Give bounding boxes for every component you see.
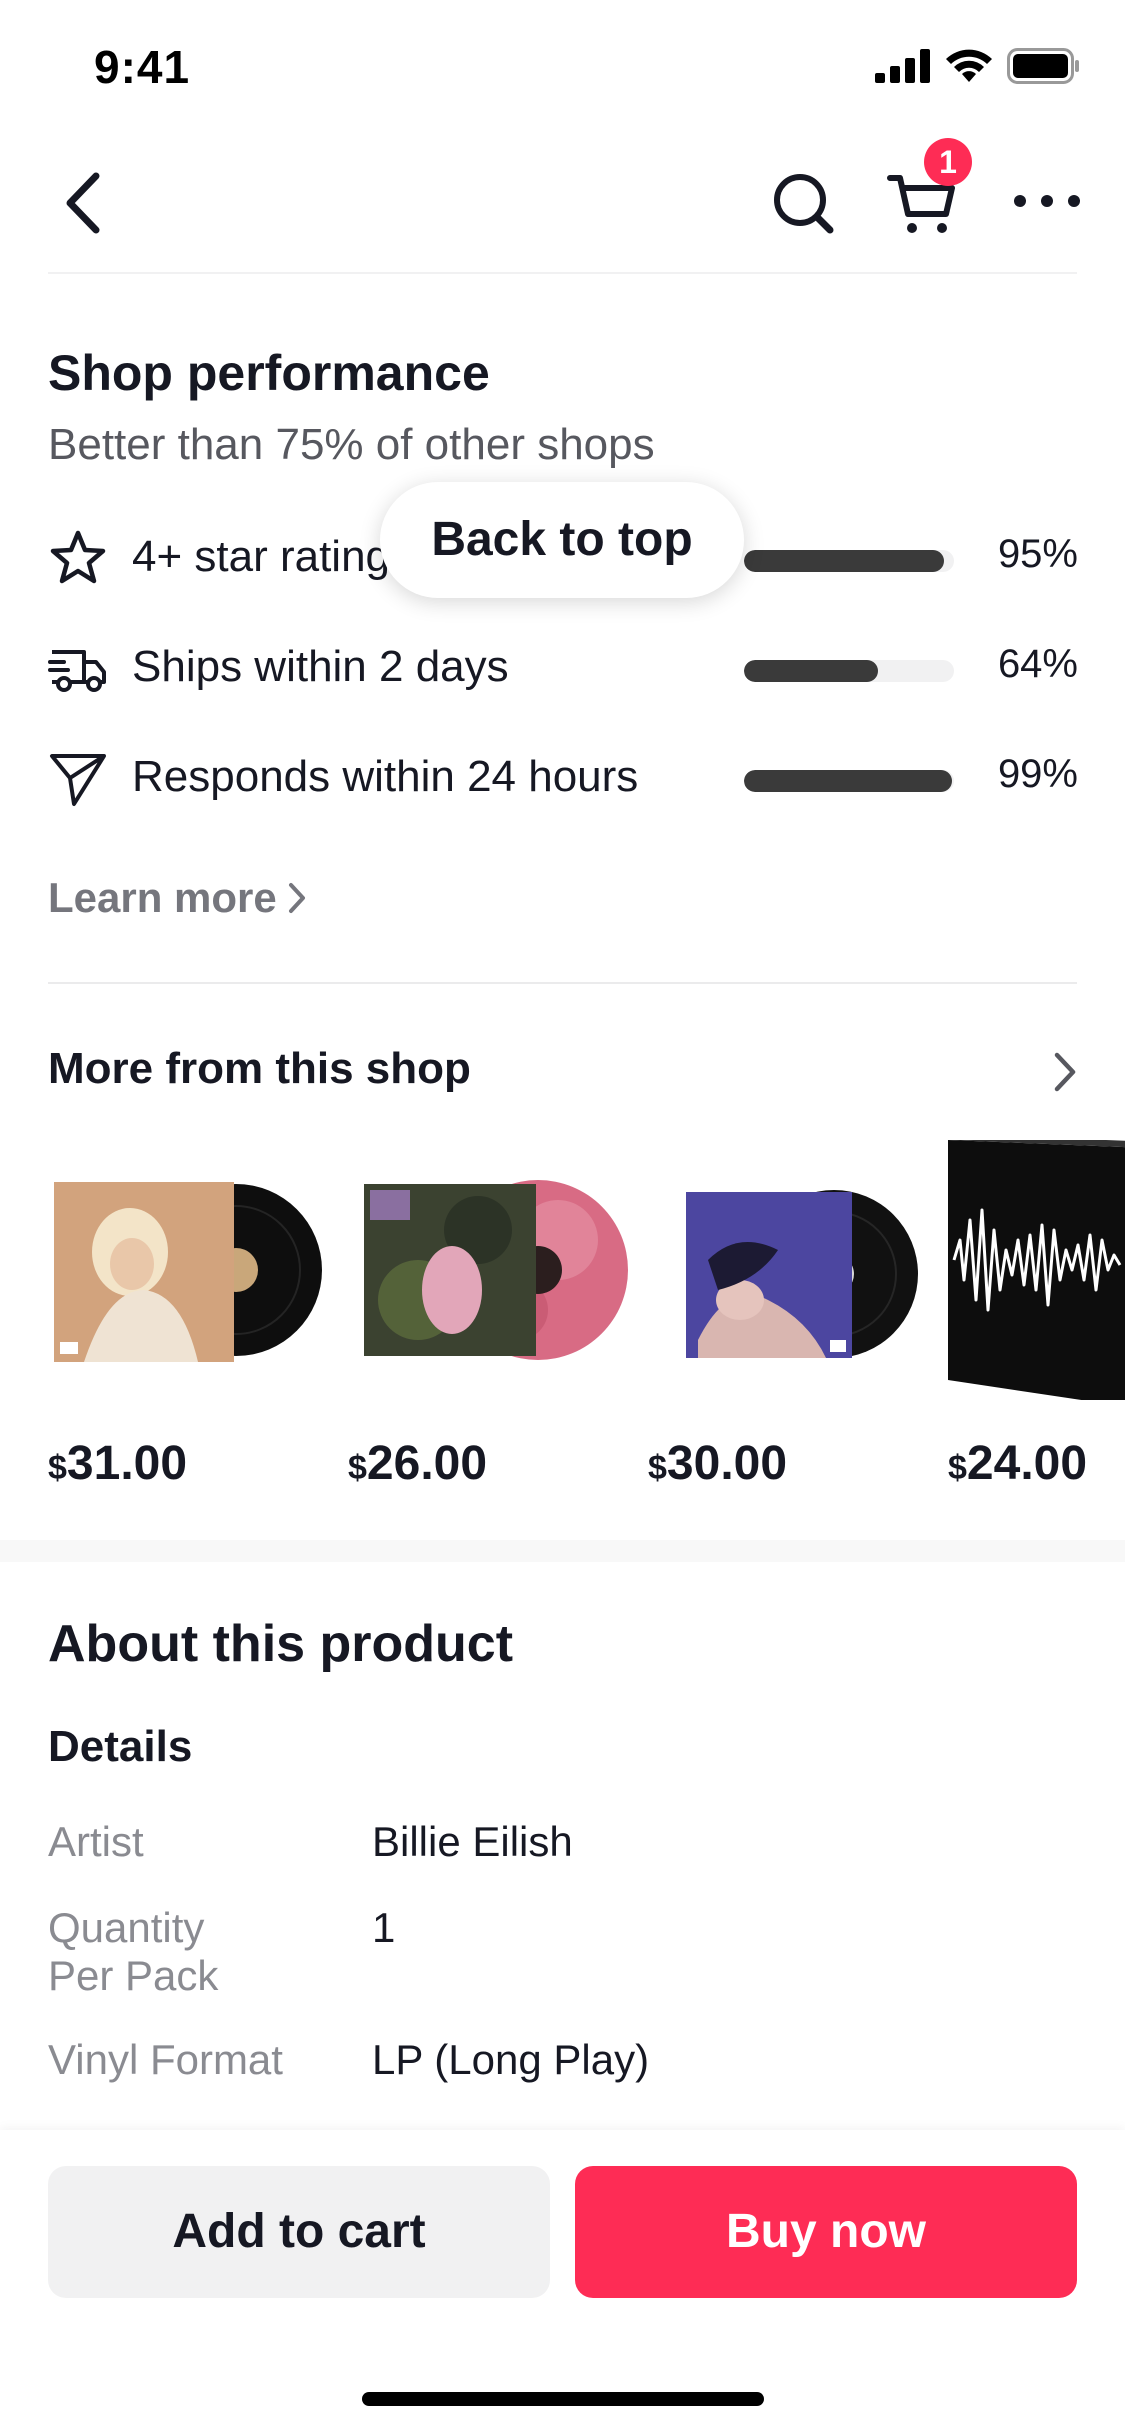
truck-icon bbox=[48, 650, 106, 692]
detail-key: Quantity Per Pack bbox=[48, 1904, 219, 1999]
perf-label: Responds within 24 hours bbox=[132, 752, 639, 801]
progress-fill bbox=[744, 660, 879, 682]
price-value: 26.00 bbox=[366, 1437, 488, 1490]
nav-divider bbox=[48, 272, 1077, 274]
chevron-right-icon bbox=[288, 883, 305, 913]
progress-track bbox=[744, 550, 954, 572]
perf-label: 4+ star rating bbox=[132, 532, 391, 581]
progress-track bbox=[744, 770, 954, 792]
add-to-cart-button[interactable]: Add to cart bbox=[48, 2166, 550, 2298]
detail-key: Artist bbox=[48, 1818, 144, 1865]
send-icon bbox=[50, 754, 106, 806]
perf-value: 95% bbox=[997, 532, 1078, 576]
battery-icon bbox=[1007, 48, 1079, 84]
progress-fill bbox=[744, 550, 944, 572]
detail-value: Billie Eilish bbox=[372, 1818, 573, 1865]
perf-value: 64% bbox=[997, 642, 1078, 686]
price-value: 30.00 bbox=[666, 1437, 788, 1490]
status-bar: 9:41 bbox=[0, 0, 1125, 130]
product-price: $31.00 bbox=[48, 1436, 187, 1491]
learn-more-link[interactable]: Learn more bbox=[48, 874, 307, 922]
product-price: $24.00 bbox=[948, 1436, 1087, 1491]
star-icon bbox=[50, 530, 106, 584]
product-price: $30.00 bbox=[648, 1436, 787, 1491]
progress-track bbox=[744, 660, 954, 682]
chevron-right-icon[interactable] bbox=[1052, 1050, 1078, 1094]
details-title: Details bbox=[48, 1722, 193, 1771]
product-image-vinyl-2 bbox=[348, 1140, 628, 1400]
about-product-title: About this product bbox=[48, 1615, 514, 1673]
nav-bar: 1 bbox=[0, 138, 1125, 270]
shop-performance-subtitle: Better than 75% of other shops bbox=[48, 420, 655, 469]
learn-more-label: Learn more bbox=[48, 874, 277, 921]
currency-symbol: $ bbox=[648, 1449, 667, 1487]
product-image-vinyl-3 bbox=[648, 1140, 928, 1400]
currency-symbol: $ bbox=[948, 1449, 967, 1487]
currency-symbol: $ bbox=[348, 1449, 367, 1487]
back-arrow-icon[interactable] bbox=[56, 168, 116, 238]
cellular-signal-icon bbox=[875, 49, 930, 83]
shop-performance-title: Shop performance bbox=[48, 345, 490, 401]
buy-now-button[interactable]: Buy now bbox=[575, 2166, 1077, 2298]
section-separator bbox=[0, 1540, 1125, 1562]
section-divider bbox=[48, 982, 1077, 984]
product-price: $26.00 bbox=[348, 1436, 487, 1491]
product-page: 9:41 1 Shop performance Better than 75% … bbox=[0, 0, 1125, 2436]
cart-count-badge: 1 bbox=[924, 138, 972, 186]
price-value: 31.00 bbox=[66, 1437, 188, 1490]
detail-value: 1 bbox=[372, 1904, 396, 1951]
price-value: 24.00 bbox=[966, 1437, 1088, 1490]
perf-row-shipping: Ships within 2 days 64% bbox=[48, 632, 1078, 702]
more-from-shop-title[interactable]: More from this shop bbox=[48, 1044, 471, 1094]
back-to-top-button[interactable]: Back to top bbox=[380, 482, 744, 598]
status-icons bbox=[875, 48, 1081, 84]
detail-value: LP (Long Play) bbox=[372, 2036, 650, 2083]
search-icon[interactable] bbox=[770, 164, 836, 240]
progress-fill bbox=[744, 770, 952, 792]
currency-symbol: $ bbox=[48, 1449, 67, 1487]
perf-label: Ships within 2 days bbox=[132, 642, 509, 691]
perf-value: 99% bbox=[997, 752, 1078, 796]
home-indicator bbox=[362, 2392, 764, 2406]
product-image-vinyl-4 bbox=[948, 1140, 1125, 1400]
status-time: 9:41 bbox=[94, 41, 191, 93]
more-options-icon[interactable] bbox=[1010, 176, 1084, 226]
detail-key: Vinyl Format bbox=[48, 2036, 283, 2083]
perf-row-responds: Responds within 24 hours 99% bbox=[48, 742, 1078, 812]
product-image-vinyl-1 bbox=[48, 1140, 328, 1400]
bottom-action-bar: Add to cart Buy now bbox=[0, 2130, 1125, 2436]
wifi-icon bbox=[946, 49, 992, 82]
